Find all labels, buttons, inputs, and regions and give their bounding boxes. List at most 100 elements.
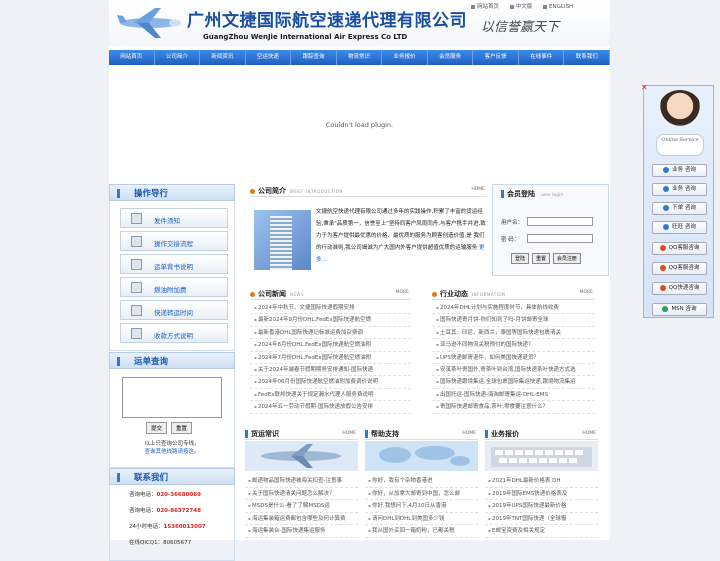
contact-qq: 在线QICQ1：80605677 (129, 540, 192, 546)
login-buttons: 登陆 重置 会员注册 (511, 253, 582, 264)
knowledge-item[interactable]: 海运集装合-国际快递集运服务 (245, 525, 358, 538)
float-business-consult-1[interactable]: 业务 咨询 (652, 164, 707, 177)
knowledge-item[interactable]: MSDS是什么-看了了解MSDS运 (245, 500, 358, 513)
guide-item-payment[interactable]: 收款方式说明 (120, 323, 228, 343)
news-more-link[interactable]: MORE (396, 290, 409, 295)
news-section: 公司新闻NEWS MORE 2024年中秋节、文捷国际快递假期安排 最新2024… (250, 287, 411, 425)
float-msn-consult[interactable]: MSN 咨询 (652, 303, 707, 316)
nav-about[interactable]: 公司简介 (155, 50, 201, 65)
tracking-submit-button[interactable]: 提交 (146, 422, 168, 434)
tracking-input[interactable] (122, 377, 222, 418)
intro-header: 公司简介 BRIEF INTRODUCTION HOME (250, 184, 487, 197)
login-button[interactable]: 登陆 (511, 253, 530, 264)
nav-member[interactable]: 会员服务 (428, 50, 474, 65)
chat-icon (663, 204, 670, 211)
news-item[interactable]: 2024年06月份国际快递航空燃油附加费调价说明 (250, 376, 411, 389)
online-service-panel: ✕ Online Service 业务 咨询 业务 咨询 下单 咨询 旺旺 咨询… (641, 83, 714, 318)
industry-item[interactable]: 出国托运-国际快递-海淘邮寄集运-DHL-EMS (432, 389, 595, 402)
help-item[interactable]: 你好，从加拿大邮寄到中国，怎么邮 (365, 488, 478, 500)
help-item[interactable]: 请问DHL到DHL到美国多少钱 (365, 513, 478, 525)
username-field[interactable] (527, 217, 593, 226)
nav-knowledge[interactable]: 物流常识 (337, 50, 383, 65)
quote-item[interactable]: 2021年DHL最新价格表 DH (485, 475, 598, 488)
help-item[interactable]: 你好,我想问下,4月10日从香港 (365, 500, 478, 513)
industry-item[interactable]: 2024年DHL计划与实施程度时节，具体航线收费 (432, 302, 595, 315)
industry-item[interactable]: 寄国际快递邮寄食品,茶叶,零食要注意什么？ (432, 401, 595, 414)
nav-contact[interactable]: 联系我们 (564, 50, 611, 65)
document-icon (131, 213, 142, 224)
float-qq-express-consult[interactable]: QQ快递咨询 (652, 282, 707, 295)
contact-header: 联系我们 (109, 468, 235, 485)
news-header: 公司新闻 NEWS MORE (250, 287, 411, 300)
contact-box: 咨询电话：020-36680069 咨询电话：020-86372748 24小时… (109, 485, 235, 561)
login-reset-button[interactable]: 重置 (531, 253, 550, 264)
register-button[interactable]: 会员注册 (552, 253, 581, 264)
truck-icon (131, 282, 142, 293)
news-item[interactable]: 最新香港DHL国际快递记标准运费加杂费调 (250, 327, 411, 340)
industry-item[interactable]: 亚马逊不同物流关税预付的国际快递？ (432, 339, 595, 352)
knowledge-item[interactable]: 邮递物品国际快递被海关扣查-注意事 (245, 475, 358, 488)
knowledge-section: 货运常识 HOME 邮递物品国际快递被海关扣查-注意事 关于国际快递清关问题怎么… (245, 428, 358, 540)
help-more-link[interactable]: HOME (462, 431, 476, 436)
bullet-icon (250, 188, 255, 194)
news-item[interactable]: FedEx联邦快递关于规定漏水代理人服务费说明 (250, 389, 411, 402)
float-business-consult-2[interactable]: 业务 咨询 (652, 183, 707, 196)
knowledge-item[interactable]: 关于国际快递清关问题怎么解决？ (245, 488, 358, 500)
industry-section: 行业动态INFORMATION MORE 2024年DHL计划与实施程度时节，具… (432, 287, 595, 425)
guide-item-shipping-notice[interactable]: 发件须知 (120, 208, 228, 228)
guide-item-waybill[interactable]: 运单背书说明 (120, 254, 228, 274)
float-order-consult[interactable]: 下单 咨询 (652, 202, 707, 215)
login-title: 会员登陆 user login (501, 189, 563, 199)
help-item[interactable]: 我从国外买回一箱奶粉，已都关税 (365, 525, 478, 538)
news-item[interactable]: 2024年中秋节、文捷国际快递假期安排 (250, 302, 411, 315)
top-link-chinese[interactable]: 中文版 (509, 4, 532, 10)
quote-list: 2021年DHL最新价格表 DH 2019年国际EMS快递价格表及 2019年U… (485, 475, 598, 538)
tracking-reset-button[interactable]: 重置 (170, 422, 192, 434)
industry-more-link[interactable]: MORE (580, 290, 593, 295)
nav-air-express[interactable]: 空运快递 (246, 50, 292, 65)
quote-item[interactable]: 2019年国际EMS快递价格表及 (485, 488, 598, 500)
quote-item[interactable]: E邮宝资费及相关规定 (485, 525, 598, 538)
close-icon[interactable]: ✕ (641, 83, 648, 92)
news-item[interactable]: 2024年五一劳动节假期-国际快递放假公告安排 (250, 401, 411, 414)
news-item[interactable]: 2024年8月份DHL,FedEx国际快递航空燃油附 (250, 339, 411, 352)
guide-item-fuel-surcharge[interactable]: 燃油附加费 (120, 277, 228, 297)
industry-item[interactable]: UPS快递邮寄退件，如何美国快递退货？ (432, 352, 595, 364)
guide-title: 操作导行 (134, 189, 169, 199)
guide-item-handover-process[interactable]: 操作交接流程 (120, 231, 228, 251)
float-wangwang-consult[interactable]: 旺旺 咨询 (652, 221, 707, 234)
industry-item[interactable]: 安溪茶叶寄国外,寄茶叶到台湾,国际快递茶叶快递方式选 (432, 364, 595, 377)
contact-phone-2: 咨询电话：020-86372748 (129, 508, 201, 514)
nav-news[interactable]: 新闻资讯 (200, 50, 246, 65)
nav-home[interactable]: 网站首页 (109, 50, 155, 65)
industry-item[interactable]: 国际快递跟境集运,全球包裹国际集运快递,跟境物流集运 (432, 376, 595, 389)
nav-online[interactable]: 在线事件 (519, 50, 565, 65)
quote-item[interactable]: 2019年TNT国际快递（全球报 (485, 513, 598, 525)
left-column: 操作导行 发件须知 操作交接流程 运单背书说明 燃油附加费 快递转运时间 收款方… (109, 184, 235, 561)
knowledge-more-link[interactable]: HOME (342, 431, 356, 436)
news-item[interactable]: 2024年7月份DHL,FedEx国际快递航空燃油附 (250, 352, 411, 364)
guide-item-transit-time[interactable]: 快递转运时间 (120, 300, 228, 320)
float-qq-consult-1[interactable]: QQ客服咨询 (652, 242, 707, 255)
help-item[interactable]: 你好，我有个杂物香港进 (365, 475, 478, 488)
tracking-other-link[interactable]: 查询其他线路请按这。 (110, 447, 234, 455)
news-item[interactable]: 关于2024年端春节假期期务安排通知-国际快递 (250, 364, 411, 377)
nav-feedback[interactable]: 客户反馈 (473, 50, 519, 65)
intro-text: 文捷航空快递代理有限公司通过多年的实践操作,积累了丰富的货运经验,秉承"品质第一… (316, 209, 486, 263)
nav-quote[interactable]: 业务报价 (382, 50, 428, 65)
intro-more-link[interactable]: HOME (471, 187, 485, 192)
industry-item[interactable]: 土耳其，印尼，新西兰，泰国等国际快递包裹清关 (432, 327, 595, 340)
float-qq-consult-2[interactable]: QQ客服咨询 (652, 262, 707, 275)
login-box: 会员登陆 user login 用户名： 密 码： 登陆 重置 会员注册 (492, 184, 609, 276)
knowledge-item[interactable]: 海运集装箱运费都包含哪些及何计算费 (245, 513, 358, 525)
password-field[interactable] (527, 234, 593, 243)
industry-item[interactable]: 国际快递寄月饼-你们知到了吗-月饼邮寄全球 (432, 314, 595, 327)
quote-item[interactable]: 2019年UPS国际快递最新价格 (485, 500, 598, 513)
news-item[interactable]: 最新2024年9月份DHL,FedEx国际快递航空燃 (250, 314, 411, 327)
quote-more-link[interactable]: HOME (582, 431, 596, 436)
top-link-home[interactable]: 网站首页 (471, 4, 499, 10)
nav-tracking[interactable]: 跟踪查询 (291, 50, 337, 65)
top-link-english[interactable]: ENGLISH (543, 4, 573, 10)
intro-section: 公司简介 BRIEF INTRODUCTION HOME 文捷航空快递代理有限公司… (250, 184, 487, 284)
bullet-icon (432, 291, 437, 297)
